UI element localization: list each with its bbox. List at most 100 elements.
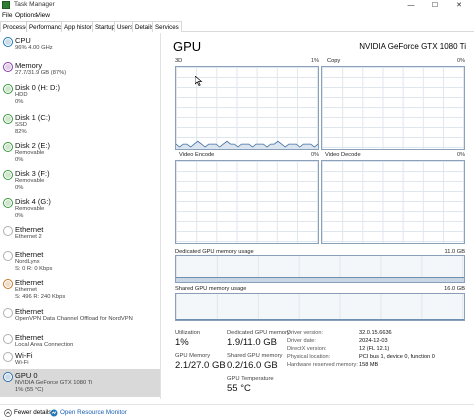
maximize-button[interactable]: ☐ bbox=[424, 0, 446, 11]
driver-date-value: 2024-12-03 bbox=[359, 338, 388, 344]
sidebar-item-detail: Removable bbox=[15, 206, 45, 212]
title-bar: Task Manager — ☐ ✕ bbox=[0, 0, 474, 11]
sidebar-item-10[interactable]: Ethernet OpenVPN Data Channel Offload for… bbox=[0, 305, 160, 331]
sidebar-item-label: Ethernet bbox=[15, 225, 44, 234]
mouse-cursor-icon bbox=[195, 76, 203, 86]
resource-sidebar: CPU 96% 4.00 GHz Memory 27.7/31.9 GB (87%) D… bbox=[0, 33, 161, 399]
menu-options[interactable]: Options bbox=[15, 12, 37, 19]
gpu-panel: GPU NVIDIA GeForce GTX 1080 Ti 3D 1% Cop… bbox=[165, 33, 474, 399]
sidebar-item-label: CPU bbox=[15, 36, 31, 45]
sidebar-thumbnail-icon bbox=[3, 170, 13, 180]
reserved-memory-label: Hardware reserved memory: bbox=[287, 362, 358, 368]
sidebar-item-2[interactable]: Disk 0 (H: D:) HDD 0% bbox=[0, 81, 160, 107]
graph-video-decode bbox=[321, 160, 465, 244]
sidebar-item-detail: NVIDIA GeForce GTX 1080 Ti bbox=[15, 380, 93, 386]
dedicated-gpu-memory-label: Dedicated GPU memory bbox=[227, 330, 290, 336]
shared-gpu-memory-value: 0.2/16.0 GB bbox=[227, 360, 278, 371]
sidebar-thumbnail-icon bbox=[3, 372, 13, 382]
open-resource-monitor-link[interactable]: Open Resource Monitor bbox=[60, 409, 127, 416]
sidebar-thumbnail-icon bbox=[3, 37, 13, 47]
shared-mem-fill bbox=[176, 319, 464, 320]
shared-gpu-memory-label: Shared GPU memory bbox=[227, 353, 283, 359]
sidebar-item-value: S: 0 R: 0 Kbps bbox=[15, 266, 53, 272]
graph-pct-video-encode: 0% bbox=[311, 152, 319, 158]
sidebar-item-label: Disk 4 (G:) bbox=[15, 197, 51, 206]
task-manager-icon bbox=[2, 1, 10, 9]
chevron-up-icon[interactable] bbox=[4, 409, 12, 417]
sidebar-item-value: 82% bbox=[15, 129, 27, 135]
sidebar-item-9[interactable]: Ethernet Ethernet S: 496 R: 240 Kbps bbox=[0, 276, 160, 302]
gpu-temperature-value: 55 °C bbox=[227, 383, 251, 394]
physical-location-label: Physical location: bbox=[287, 354, 331, 360]
sidebar-item-label: Memory bbox=[15, 61, 43, 70]
directx-version-label: DirectX version: bbox=[287, 346, 327, 352]
dedicated-mem-graph bbox=[175, 255, 465, 283]
sidebar-item-detail: Ethernet bbox=[15, 287, 37, 293]
sidebar-item-detail: NordLynx bbox=[15, 259, 40, 265]
sidebar-item-detail: Removable bbox=[15, 150, 45, 156]
sidebar-item-detail: Local Area Connection bbox=[15, 342, 74, 348]
sidebar-item-detail: SSD bbox=[15, 122, 27, 128]
sidebar-item-detail: OpenVPN Data Channel Offload for NordVPN bbox=[15, 316, 133, 322]
sidebar-item-8[interactable]: Ethernet NordLynx S: 0 R: 0 Kbps bbox=[0, 248, 160, 274]
dedicated-gpu-memory-value: 1.9/11.0 GB bbox=[227, 337, 277, 348]
page-title: GPU bbox=[173, 39, 202, 54]
sidebar-item-detail: 96% 4.00 GHz bbox=[15, 45, 53, 51]
close-button[interactable]: ✕ bbox=[448, 0, 470, 11]
sidebar-item-value: 0% bbox=[15, 213, 24, 219]
sidebar-thumbnail-icon bbox=[3, 142, 13, 152]
sidebar-item-13[interactable]: GPU 0 NVIDIA GeForce GTX 1080 Ti 1% (55 °C… bbox=[0, 369, 160, 397]
sidebar-item-label: Disk 0 (H: D:) bbox=[15, 83, 60, 92]
reserved-memory-value: 158 MB bbox=[359, 362, 379, 368]
sidebar-item-value: S: 496 R: 240 Kbps bbox=[15, 294, 66, 300]
driver-date-label: Driver date: bbox=[287, 338, 316, 344]
sidebar-thumbnail-icon bbox=[3, 334, 13, 344]
sidebar-thumbnail-icon bbox=[3, 279, 13, 289]
sidebar-item-3[interactable]: Disk 1 (C:) SSD 82% bbox=[0, 111, 160, 137]
sidebar-item-4[interactable]: Disk 2 (E:) Removable 0% bbox=[0, 139, 160, 165]
fewer-details-link[interactable]: Fewer details bbox=[14, 409, 51, 416]
tab-services[interactable]: Services bbox=[152, 21, 182, 32]
sidebar-item-detail: Removable bbox=[15, 178, 45, 184]
graph-pct-copy: 0% bbox=[457, 58, 465, 64]
sidebar-item-detail: Wi-Fi bbox=[15, 360, 29, 366]
sidebar-item-label: Wi-Fi bbox=[15, 351, 33, 360]
graph-label-video-encode: Video Encode bbox=[179, 152, 215, 158]
sidebar-item-label: Disk 1 (C:) bbox=[15, 113, 51, 122]
dedicated-mem-fill bbox=[176, 277, 464, 282]
sidebar-item-detail: HDD bbox=[15, 92, 28, 98]
directx-version-value: 12 (FL 12.1) bbox=[359, 346, 390, 352]
minimize-button[interactable]: — bbox=[400, 0, 422, 11]
sidebar-thumbnail-icon bbox=[3, 114, 13, 124]
graph-3d-area bbox=[176, 141, 318, 149]
graph-label-3d: 3D bbox=[175, 58, 183, 64]
sidebar-thumbnail-icon bbox=[3, 308, 13, 318]
sidebar-thumbnail-icon bbox=[3, 226, 13, 236]
sidebar-item-6[interactable]: Disk 4 (G:) Removable 0% bbox=[0, 195, 160, 221]
graph-3d bbox=[175, 66, 319, 150]
utilization-label: Utilization bbox=[175, 330, 201, 336]
graph-label-video-decode: Video Decode bbox=[325, 152, 361, 158]
resource-monitor-icon bbox=[50, 409, 58, 417]
driver-version-value: 32.0.15.6636 bbox=[359, 330, 392, 336]
sidebar-thumbnail-icon bbox=[3, 251, 13, 261]
menu-bar: File Options View bbox=[0, 11, 474, 21]
menu-view[interactable]: View bbox=[36, 12, 50, 19]
graph-label-copy: Copy bbox=[327, 58, 341, 64]
sidebar-item-0[interactable]: CPU 96% 4.00 GHz bbox=[0, 34, 160, 56]
sidebar-thumbnail-icon bbox=[3, 352, 13, 362]
sidebar-item-7[interactable]: Ethernet Ethernet 2 bbox=[0, 223, 160, 249]
menu-file[interactable]: File bbox=[2, 12, 12, 19]
tab-strip: Processes Performance App history Startu… bbox=[0, 21, 474, 32]
sidebar-thumbnail-icon bbox=[3, 84, 13, 94]
shared-mem-label: Shared GPU memory usage bbox=[175, 286, 247, 292]
gpu-model-name: NVIDIA GeForce GTX 1080 Ti bbox=[359, 42, 466, 51]
graph-pct-3d: 1% bbox=[311, 58, 319, 64]
graph-copy bbox=[321, 66, 465, 150]
sidebar-item-value: 1% (55 °C) bbox=[15, 387, 44, 393]
sidebar-item-label: Ethernet bbox=[15, 278, 44, 287]
sidebar-item-5[interactable]: Disk 3 (F:) Removable 0% bbox=[0, 167, 160, 193]
sidebar-thumbnail-icon bbox=[3, 62, 13, 72]
graph-pct-video-decode: 0% bbox=[457, 152, 465, 158]
sidebar-item-value: 0% bbox=[15, 157, 24, 163]
